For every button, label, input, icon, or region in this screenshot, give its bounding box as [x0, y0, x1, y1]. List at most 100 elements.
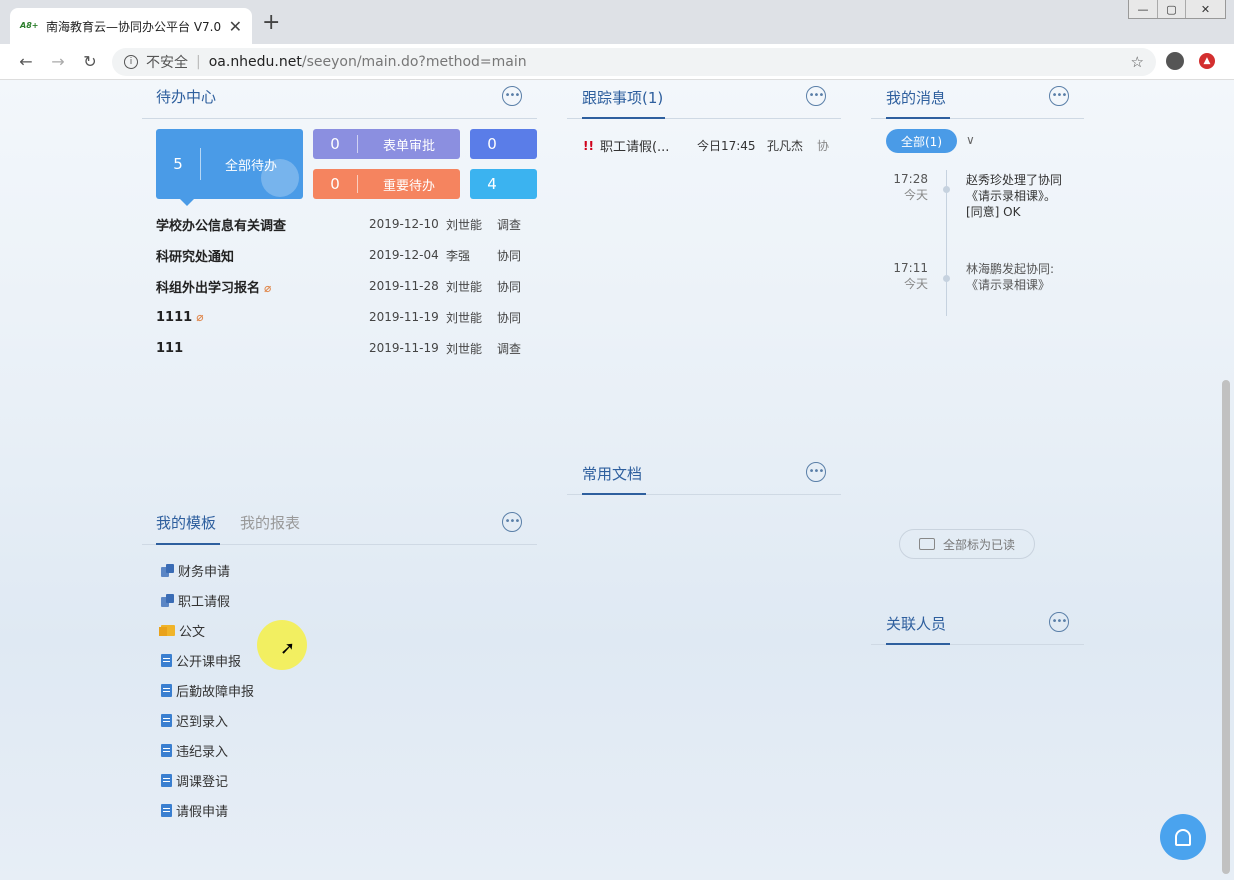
- messages-filter-button[interactable]: 全部(1): [886, 129, 957, 153]
- pending-card-3-count: 0: [487, 135, 497, 153]
- new-tab-button[interactable]: +: [262, 12, 280, 34]
- related-more-icon[interactable]: •••: [1049, 612, 1069, 632]
- important-pending-card[interactable]: 0 重要待办: [313, 169, 460, 199]
- browser-tab[interactable]: A8+ 南海教育云—协同办公平台 V7.0 ✕: [10, 8, 252, 44]
- doc-icon: [161, 683, 172, 697]
- list-item[interactable]: !! 职工请假(... 今日17:45 孔凡杰 协: [583, 136, 829, 156]
- docs-underline: [582, 493, 646, 495]
- item-person: 刘世能: [446, 310, 483, 325]
- follow-more-icon[interactable]: •••: [806, 86, 826, 106]
- flow-icon: [161, 593, 174, 607]
- notification-bell-icon[interactable]: [1160, 814, 1206, 860]
- messages-more-icon[interactable]: •••: [1049, 86, 1069, 106]
- item-date: 2019-11-28: [369, 279, 439, 293]
- item-kind: 协同: [497, 248, 522, 263]
- template-label: 公开课申报: [176, 654, 242, 670]
- templates-tabs: 我的模板 我的报表: [156, 512, 300, 533]
- tab-close-icon[interactable]: ✕: [229, 17, 242, 36]
- template-item[interactable]: 公文: [159, 620, 206, 640]
- item-title: 111: [156, 340, 184, 356]
- template-item[interactable]: 后勤故障申报: [161, 680, 254, 700]
- follow-item-kind: 协: [816, 139, 829, 153]
- item-kind: 调查: [497, 341, 522, 356]
- template-item[interactable]: 迟到录入: [161, 710, 228, 730]
- reload-icon[interactable]: ↻: [80, 52, 100, 71]
- pending-divider: [142, 118, 537, 119]
- tab-my-templates[interactable]: 我的模板: [156, 512, 216, 533]
- extension-icon[interactable]: ▲: [1199, 53, 1215, 69]
- page-scrollbar[interactable]: [1222, 380, 1230, 874]
- url-path: /seeyon/main.do?method=main: [301, 54, 527, 70]
- list-item[interactable]: 科组外出学习报名 ⌀ 2019-11-28 刘世能 协同: [156, 276, 536, 296]
- account-icon[interactable]: [1166, 52, 1184, 70]
- template-item[interactable]: 调课登记: [161, 770, 228, 790]
- window-close-button[interactable]: ✕: [1185, 0, 1225, 18]
- template-label: 调课登记: [176, 774, 229, 790]
- list-item[interactable]: 科研究处通知 2019-12-04 李强 协同: [156, 245, 536, 265]
- back-icon[interactable]: ←: [16, 52, 36, 71]
- templates-more-icon[interactable]: •••: [502, 512, 522, 532]
- all-pending-card[interactable]: 5 全部待办: [156, 129, 303, 206]
- template-label: 公文: [179, 624, 206, 640]
- messages-underline: [886, 117, 950, 119]
- message-item[interactable]: 林海鹏发起协同:《请示录相课》: [966, 261, 1066, 293]
- message-extra: [同意] OK: [966, 205, 1021, 219]
- pending-card-4[interactable]: 4: [470, 169, 537, 199]
- item-person: 李强: [446, 248, 471, 263]
- template-label: 职工请假: [178, 594, 231, 610]
- template-item[interactable]: 请假申请: [161, 800, 228, 820]
- template-label: 违纪录入: [176, 744, 229, 760]
- mark-all-read-button[interactable]: 全部标为已读: [899, 529, 1035, 559]
- mark-all-read-label: 全部标为已读: [942, 537, 1015, 552]
- message-time: 17:28 今天: [886, 172, 928, 203]
- follow-item-time: 今日17:45: [696, 139, 756, 153]
- template-item[interactable]: 职工请假: [161, 590, 230, 610]
- pending-more-icon[interactable]: •••: [502, 86, 522, 106]
- template-item[interactable]: 公开课申报: [161, 650, 241, 670]
- message-clock: 17:28: [893, 172, 928, 186]
- window-controls: — ▢ ✕: [1128, 0, 1226, 19]
- important-pending-count: 0: [330, 175, 340, 193]
- card-pointer: [180, 199, 194, 206]
- follow-item-person: 孔凡杰: [766, 139, 803, 153]
- favicon-icon: A8+: [20, 21, 39, 30]
- tab-my-reports[interactable]: 我的报表: [240, 512, 300, 533]
- maximize-button[interactable]: ▢: [1157, 0, 1185, 18]
- attachment-icon: ⌀: [196, 309, 204, 324]
- doc-icon: [161, 803, 172, 817]
- message-clock: 17:11: [893, 261, 928, 275]
- template-item[interactable]: 财务申请: [161, 560, 230, 580]
- related-title: 关联人员: [886, 615, 947, 633]
- pending-card-3[interactable]: 0: [470, 129, 537, 159]
- item-kind: 协同: [497, 279, 522, 294]
- item-title: 科组外出学习报名: [156, 280, 261, 296]
- tab-title: 南海教育云—协同办公平台 V7.0: [46, 19, 221, 34]
- timeline-dot: [943, 186, 950, 193]
- message-item[interactable]: 赵秀珍处理了协同《请示录相课》。 [同意] OK: [966, 172, 1066, 220]
- minimize-button[interactable]: —: [1129, 0, 1157, 18]
- list-item[interactable]: 学校办公信息有关调查 2019-12-10 刘世能 调查: [156, 214, 536, 234]
- message-day: 今天: [903, 188, 928, 202]
- portal-page: 待办中心 ••• 5 全部待办 0 表单审批 0 0 重要待办 4 学校办公信息…: [0, 80, 1234, 880]
- item-kind: 调查: [497, 217, 522, 232]
- url-host: oa.nhedu.net: [208, 54, 302, 70]
- item-title: 科研究处通知: [156, 249, 235, 265]
- chevron-down-icon[interactable]: ∨: [966, 133, 975, 147]
- template-item[interactable]: 违纪录入: [161, 740, 228, 760]
- list-item[interactable]: 1111 ⌀ 2019-11-19 刘世能 协同: [156, 307, 536, 327]
- bookmark-star-icon[interactable]: ☆: [1131, 53, 1144, 71]
- forward-icon[interactable]: →: [48, 52, 68, 71]
- item-date: 2019-11-19: [369, 341, 439, 355]
- doc-icon: [161, 773, 172, 787]
- follow-title: 跟踪事项(1): [582, 89, 664, 107]
- url-field[interactable]: i 不安全 | oa.nhedu.net /seeyon/main.do?met…: [112, 48, 1156, 76]
- info-icon[interactable]: i: [124, 55, 138, 69]
- address-bar: ← → ↻ i 不安全 | oa.nhedu.net /seeyon/main.…: [0, 44, 1234, 80]
- globe-icon: [261, 159, 299, 197]
- item-person: 刘世能: [446, 217, 483, 232]
- item-person: 刘世能: [446, 341, 483, 356]
- form-approval-card[interactable]: 0 表单审批: [313, 129, 460, 159]
- docs-more-icon[interactable]: •••: [806, 462, 826, 482]
- envelope-icon: [918, 538, 935, 550]
- list-item[interactable]: 111 2019-11-19 刘世能 调查: [156, 338, 536, 358]
